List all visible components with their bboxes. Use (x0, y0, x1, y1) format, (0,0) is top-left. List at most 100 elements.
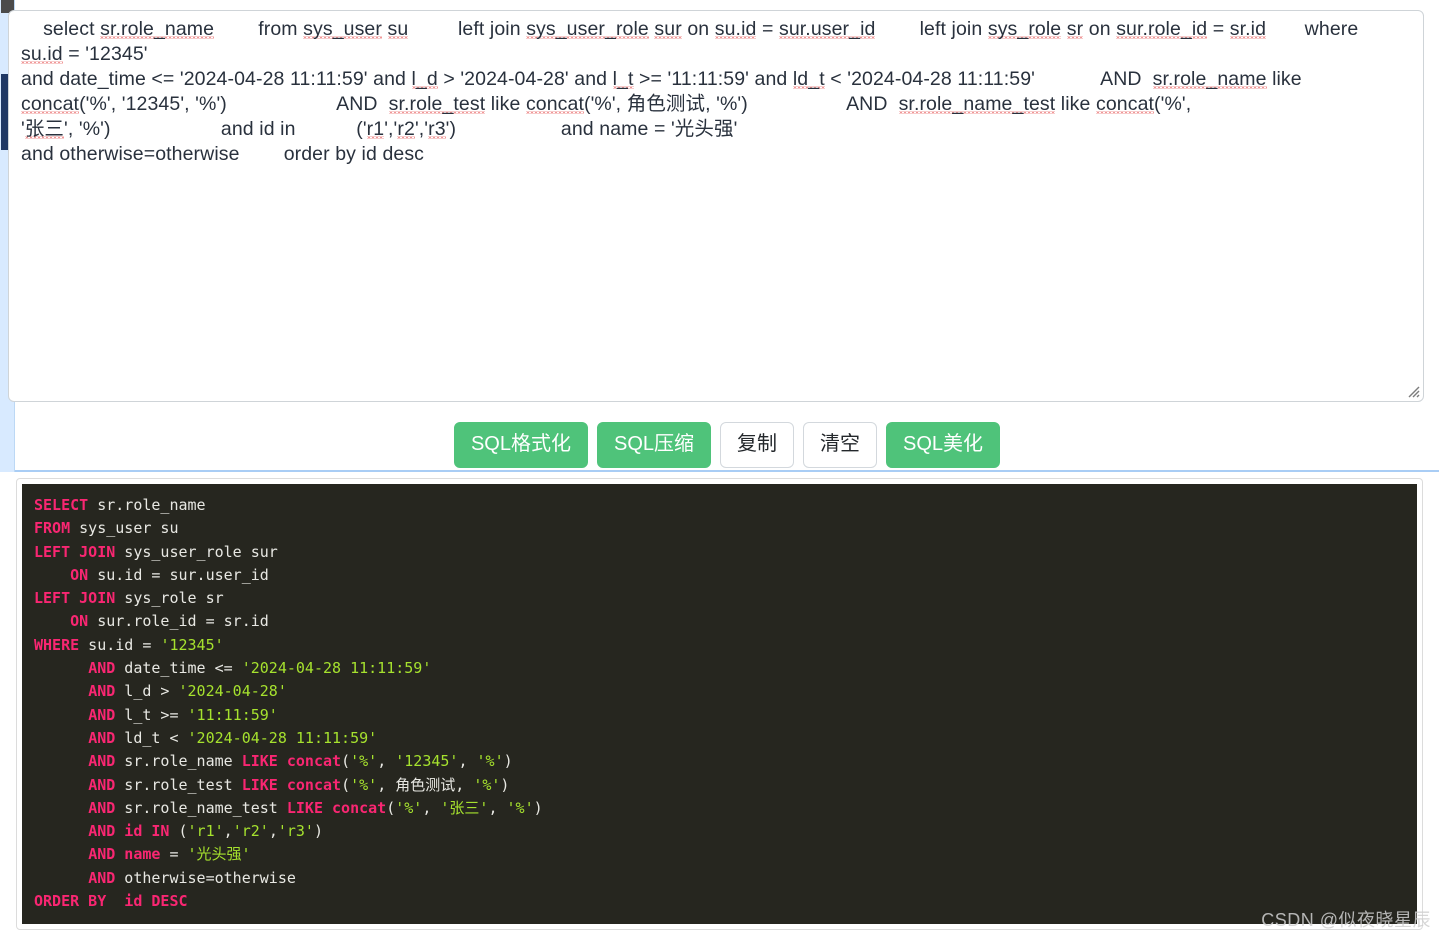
sql-token: from (214, 18, 304, 40)
sql-identifier: ) (500, 775, 510, 794)
sql-output-codeblock[interactable]: SELECT sr.role_name FROM sys_user su LEF… (22, 484, 1417, 924)
sql-keyword: AND id IN (88, 822, 170, 841)
sql-keyword: LEFT JOIN (34, 589, 116, 608)
sql-identifier: ld_t < (115, 728, 188, 747)
sql-output-frame: SELECT sr.role_name FROM sys_user su LEF… (16, 478, 1423, 930)
misspelled-token: concat (21, 93, 80, 115)
sql-keyword: AND name (88, 845, 161, 864)
sql-identifier: otherwise=otherwise (115, 868, 296, 887)
sql-string: 'r3' (277, 822, 314, 841)
sql-token: >= '11:11:59' and (633, 68, 793, 90)
misspelled-token: r3 (428, 118, 446, 140)
sql-token: on (1083, 18, 1117, 40)
sql-identifier (34, 612, 70, 630)
textarea-resize-grip[interactable] (1406, 384, 1420, 398)
misspelled-token: sys_user (303, 18, 382, 40)
sql-identifier: date_time <= (115, 659, 242, 678)
sql-identifier: sr.role_name (115, 752, 242, 771)
sql-string: '张三' (440, 798, 489, 817)
sql-identifier: ( (169, 822, 188, 841)
sql-keyword: AND (88, 705, 116, 724)
sql-identifier (34, 706, 88, 724)
sql-identifier (34, 869, 88, 887)
formatted-sql-code: SELECT sr.role_name FROM sys_user su LEF… (34, 494, 1417, 913)
sql-string: '12345' (395, 752, 459, 771)
copy-button[interactable]: 复制 (720, 422, 795, 468)
sql-string: '%' (476, 752, 504, 771)
sql-identifier (34, 845, 88, 863)
sql-keyword: LEFT JOIN (34, 542, 116, 561)
sql-keyword: ON (70, 565, 89, 584)
misspelled-token: 张三 (24, 118, 65, 140)
sql-keyword: ON (70, 612, 89, 631)
misspelled-token: r1 (366, 118, 385, 140)
sql-token: left join (408, 18, 527, 40)
misspelled-token: sys_user_role (526, 18, 649, 40)
sql-identifier: ) (503, 752, 513, 771)
sql-identifier (34, 822, 88, 840)
sql-token: and otherwise=otherwise order by id desc (21, 143, 425, 165)
sql-identifier: ( (386, 798, 396, 817)
sql-keyword: AND (88, 752, 116, 771)
sql-string: '%' (473, 775, 501, 794)
sql-identifier (34, 799, 88, 817)
sql-identifier: sr.role_name_test (115, 798, 287, 817)
sql-token: ',' (384, 118, 398, 140)
sql-token: on (681, 18, 715, 40)
sql-identifier: su.id = sur.user_id (88, 565, 269, 584)
sql-keyword: FROM (34, 519, 71, 538)
sql-token: ', '%') and id in (' (64, 118, 367, 140)
sql-identifier: , 角色测试, (377, 775, 474, 794)
sql-format-button[interactable]: SQL格式化 (453, 422, 588, 468)
sql-keyword: ORDER BY id DESC (34, 892, 188, 911)
sql-identifier: l_d > (115, 682, 179, 701)
sql-identifier (34, 752, 88, 770)
sql-identifier: , (422, 798, 441, 817)
sql-keyword: LIKE concat (241, 752, 342, 771)
sql-token: ('%', (1154, 93, 1192, 115)
sql-identifier (34, 682, 88, 700)
sql-identifier: sys_user_role sur (115, 542, 278, 561)
sql-keyword: LIKE concat (286, 798, 387, 817)
sql-token: ('%', '12345', '%') AND (79, 93, 389, 115)
sql-identifier (34, 776, 88, 794)
sql-input-textarea[interactable]: select sr.role_name from sys_user su lef… (8, 10, 1424, 402)
sql-identifier: , (268, 822, 278, 841)
sql-identifier: , (488, 798, 507, 817)
sql-token: = '12345' (62, 43, 148, 65)
sql-identifier (34, 659, 88, 677)
sql-identifier: sr.role_test (115, 775, 242, 794)
sql-identifier: ) (533, 798, 543, 817)
misspelled-token: concat (525, 93, 584, 115)
clear-button[interactable]: 清空 (803, 422, 878, 468)
sql-string: 'r1' (187, 822, 224, 841)
sql-string: '2024-04-28 11:11:59' (241, 659, 432, 678)
sql-string: 'r2' (232, 822, 269, 841)
sql-identifier: l_t >= (115, 705, 188, 724)
sql-token: like (485, 93, 526, 115)
misspelled-token: sur.user_id (778, 18, 876, 40)
sql-token: ('%', 角色测试, '%') AND (584, 93, 899, 115)
sql-keyword: AND (88, 868, 116, 887)
sql-token: ',' (414, 118, 429, 140)
sql-token: like (1055, 93, 1096, 115)
misspelled-token: sur (654, 18, 682, 40)
sql-identifier: ( (341, 775, 351, 794)
sql-string: '2024-04-28 11:11:59' (187, 728, 378, 747)
sql-string: '2024-04-28' (178, 682, 287, 701)
sql-token: like (1266, 68, 1302, 90)
sql-identifier: , (377, 752, 396, 771)
sql-string: '%' (395, 798, 423, 817)
sql-string: '12345' (160, 635, 224, 654)
sql-keyword: AND (88, 682, 116, 701)
sql-compress-button[interactable]: SQL压缩 (596, 422, 712, 468)
misspelled-token: sys_role (987, 18, 1062, 40)
sql-token: left join (875, 18, 988, 40)
sql-beautify-button[interactable]: SQL美化 (886, 422, 1001, 468)
misspelled-token: sr.id (1229, 18, 1267, 40)
sql-identifier: sys_role sr (115, 589, 224, 608)
sql-keyword: AND (88, 775, 116, 794)
misspelled-token: l_t (612, 68, 634, 90)
